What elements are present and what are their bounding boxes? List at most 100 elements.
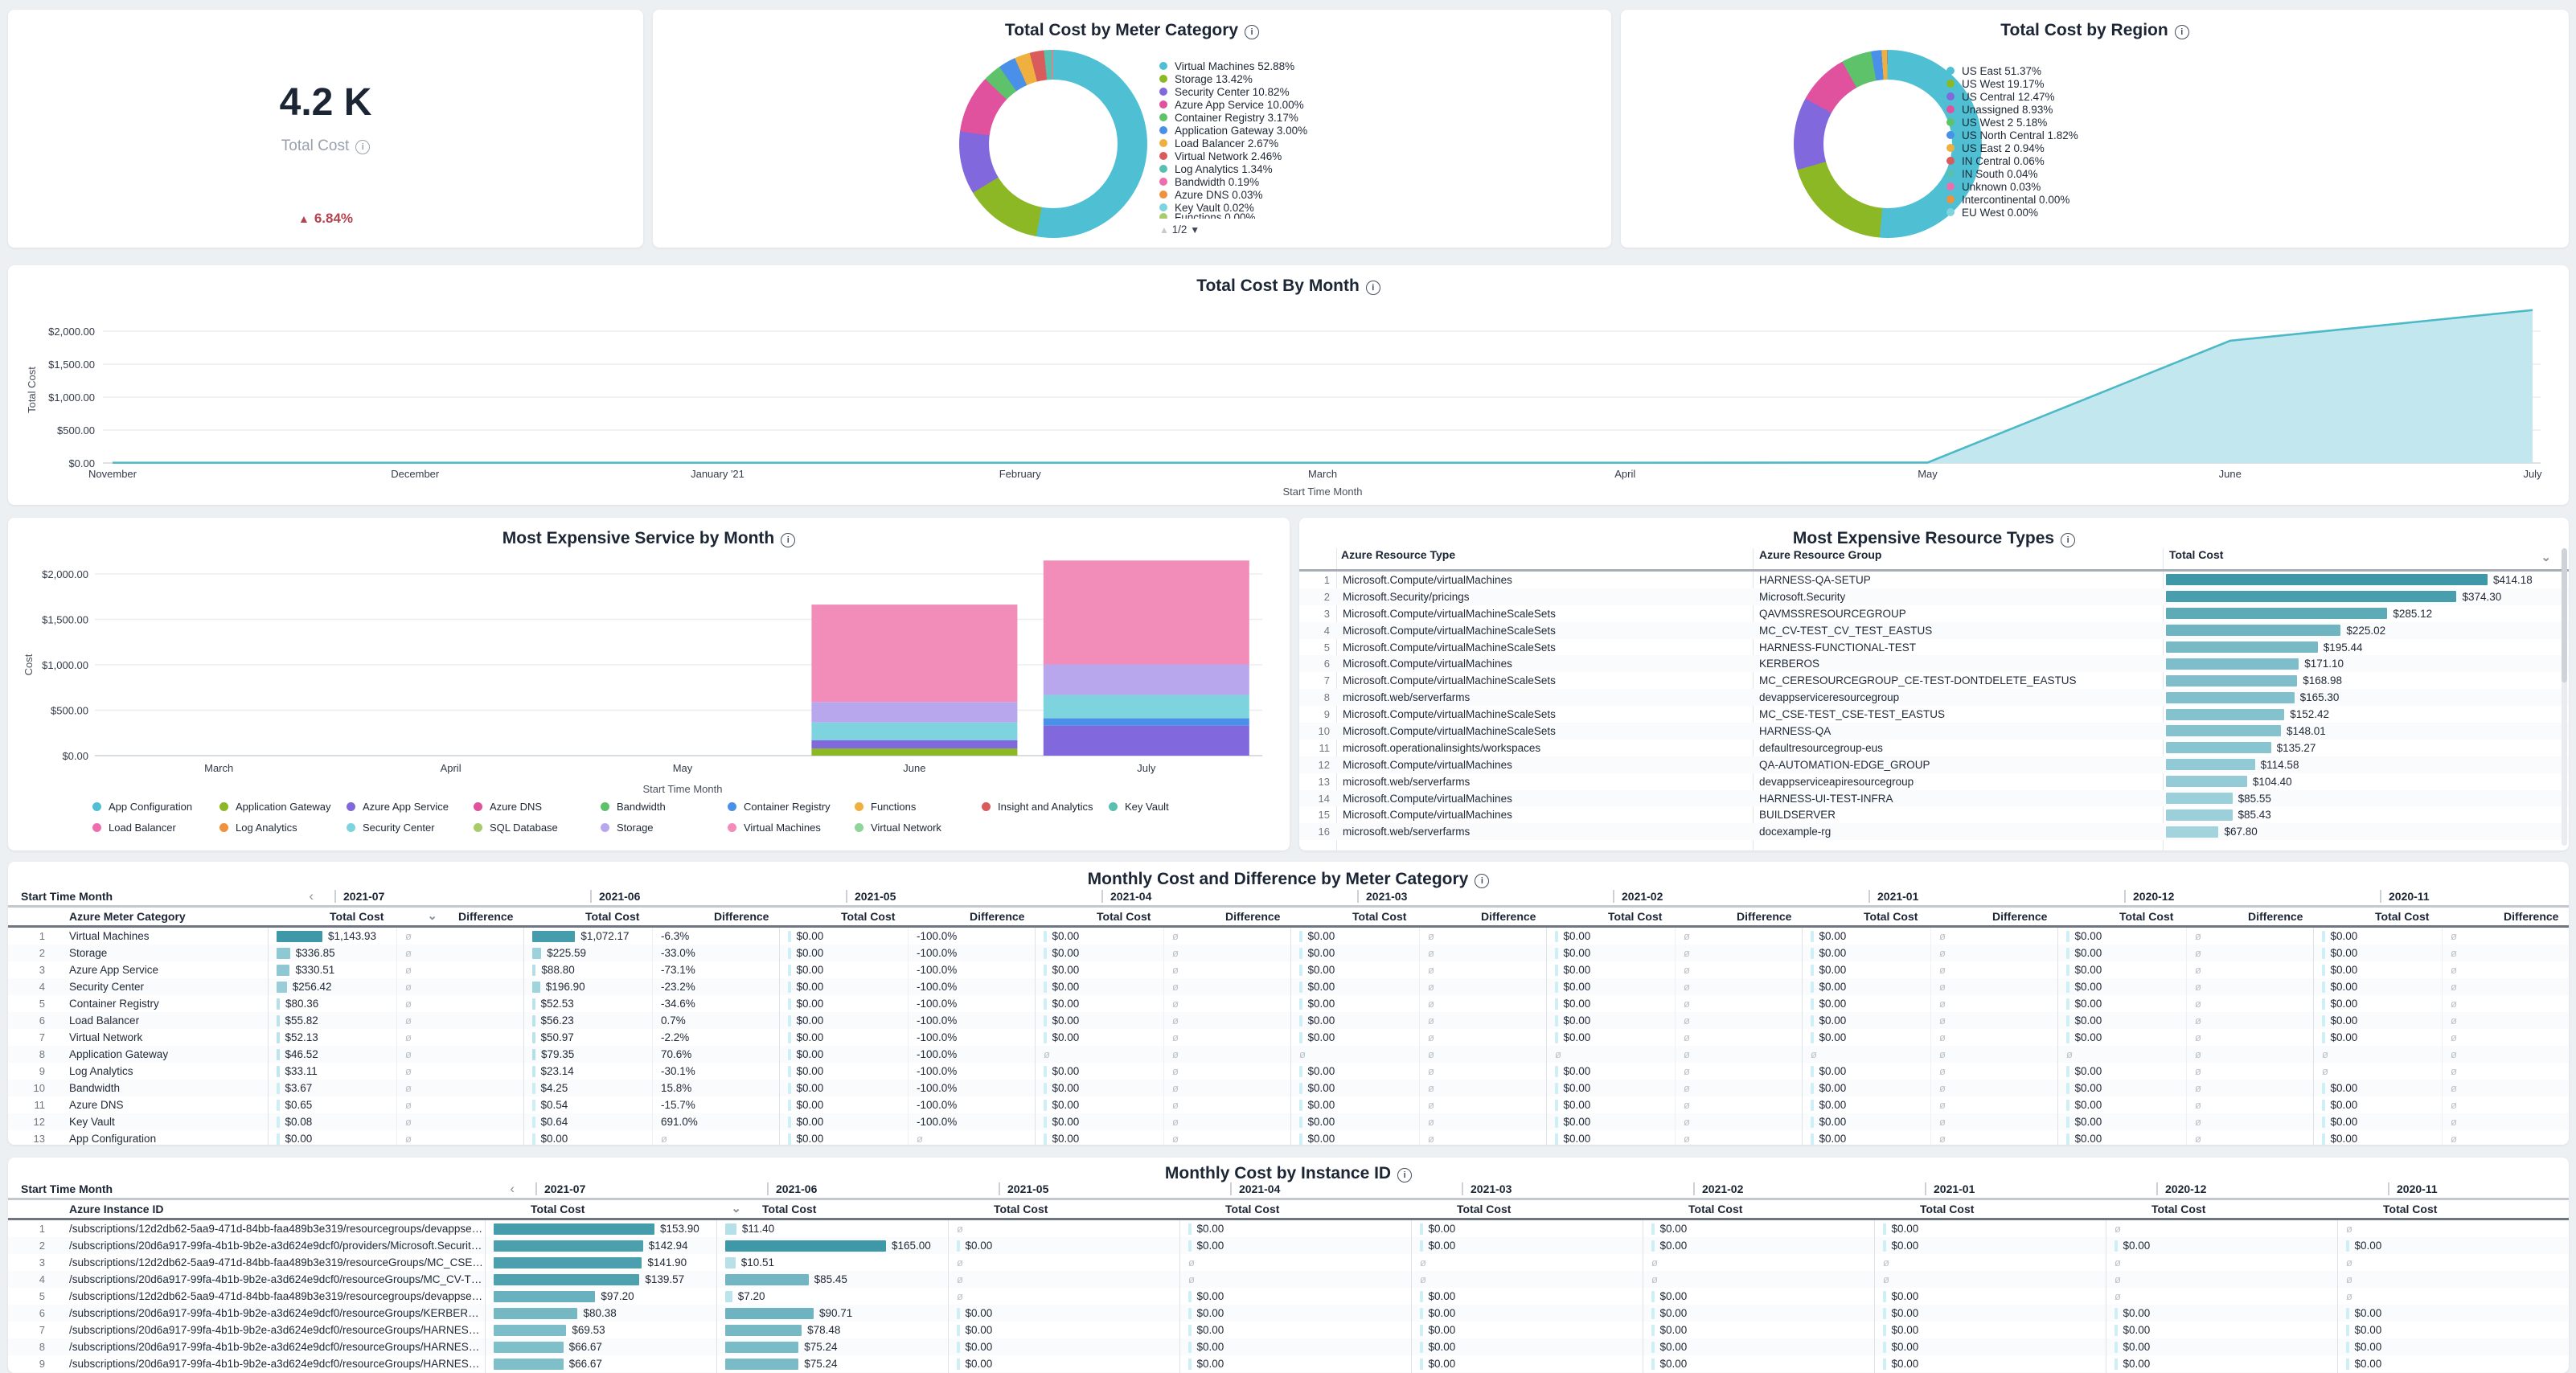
legend-item[interactable]: US East 2 0.94% xyxy=(1946,143,2078,153)
scrollbar-thumb[interactable] xyxy=(2562,548,2567,682)
legend-item[interactable]: Security Center xyxy=(347,822,435,834)
table-row[interactable]: 1Virtual Machines$1,143.93ø$1,072.17-6.3… xyxy=(8,928,2569,945)
table-row[interactable]: 12Key Vault$0.08ø$0.64691.0%$0.00-100.0%… xyxy=(8,1113,2569,1130)
column-header-resource-type[interactable]: Azure Resource Type xyxy=(1341,548,1455,561)
table-row[interactable]: 3/subscriptions/12d2db62-5aa9-471d-84bb-… xyxy=(8,1254,2569,1271)
sub-column-header[interactable]: Total Cost xyxy=(1608,910,1662,923)
table-row[interactable]: 5Container Registry$80.36ø$52.53-34.6%$0… xyxy=(8,995,2569,1012)
legend-item[interactable]: Virtual Machines 52.88% xyxy=(1159,61,1307,71)
legend-item[interactable]: US West 2 5.18% xyxy=(1946,117,2078,127)
column-header-total-cost[interactable]: Total Cost xyxy=(2169,548,2223,561)
legend-item[interactable]: App Configuration xyxy=(92,801,192,813)
sort-chevron-icon[interactable]: ⌄ xyxy=(731,1201,741,1215)
sort-chevron-icon[interactable]: ⌄ xyxy=(427,908,437,923)
legend-item[interactable]: IN South 0.04% xyxy=(1946,169,2078,178)
legend-item[interactable]: US Central 12.47% xyxy=(1946,92,2078,101)
legend-item[interactable]: Storage 13.42% xyxy=(1159,74,1307,84)
table-row[interactable]: 9Microsoft.Compute/virtualMachineScaleSe… xyxy=(1299,706,2569,723)
sub-column-header[interactable]: Total Cost xyxy=(2151,1203,2205,1215)
legend-item[interactable]: Azure DNS 0.03% xyxy=(1159,190,1307,199)
table-row[interactable]: 12Microsoft.Compute/virtualMachinesQA-AU… xyxy=(1299,756,2569,773)
legend-item[interactable]: Application Gateway xyxy=(219,801,331,813)
info-icon[interactable]: i xyxy=(1475,874,1489,888)
sub-column-header[interactable]: Difference xyxy=(2248,910,2303,923)
legend-item[interactable]: Virtual Network xyxy=(855,822,941,834)
table-row[interactable]: 1/subscriptions/12d2db62-5aa9-471d-84bb-… xyxy=(8,1220,2569,1237)
table-row[interactable]: 11Azure DNS$0.65ø$0.54-15.7%$0.00-100.0%… xyxy=(8,1096,2569,1113)
table-row[interactable]: 8microsoft.web/serverfarmsdevappservicer… xyxy=(1299,689,2569,706)
legend-item[interactable]: Log Analytics 1.34% xyxy=(1159,164,1307,174)
table-row[interactable]: 6/subscriptions/20d6a917-99fa-4b1b-9b2e-… xyxy=(8,1305,2569,1322)
sub-column-header[interactable]: Total Cost xyxy=(585,910,639,923)
info-icon[interactable]: i xyxy=(1397,1168,1412,1182)
info-icon[interactable]: i xyxy=(781,533,795,547)
legend-item[interactable]: Log Analytics xyxy=(219,822,297,834)
sub-column-header[interactable]: Total Cost xyxy=(994,1203,1048,1215)
table-row[interactable]: 2Storage$336.85ø$225.59-33.0%$0.00-100.0… xyxy=(8,945,2569,961)
previous-months-chevron-icon[interactable]: ‹ xyxy=(309,888,314,904)
table-row[interactable]: 8/subscriptions/20d6a917-99fa-4b1b-9b2e-… xyxy=(8,1338,2569,1355)
sub-column-header[interactable]: Total Cost xyxy=(841,910,895,923)
legend-item[interactable]: Azure App Service 10.00% xyxy=(1159,100,1307,109)
legend-item[interactable]: Key Vault xyxy=(1109,801,1169,813)
table-row[interactable]: 8Application Gateway$46.52ø$79.3570.6%$0… xyxy=(8,1046,2569,1063)
legend-item[interactable]: Application Gateway 3.00% xyxy=(1159,125,1307,135)
legend-item[interactable]: Azure DNS xyxy=(474,801,542,813)
info-icon[interactable]: i xyxy=(355,140,370,154)
table-row[interactable]: 9Log Analytics$33.11ø$23.14-30.1%$0.00-1… xyxy=(8,1063,2569,1080)
total-cost-by-month-area-chart[interactable]: $0.00$500.00$1,000.00$1,500.00$2,000.00N… xyxy=(8,265,2569,505)
sub-column-header[interactable]: Total Cost xyxy=(762,1203,816,1215)
legend-item[interactable]: Security Center 10.82% xyxy=(1159,87,1307,96)
legend-item[interactable]: Intercontinental 0.00% xyxy=(1946,195,2078,204)
legend-item[interactable]: US East 51.37% xyxy=(1946,66,2078,76)
sub-column-header[interactable]: Total Cost xyxy=(1920,1203,1974,1215)
legend-item[interactable]: Container Registry xyxy=(728,801,831,813)
table-row[interactable]: 6Load Balancer$55.82ø$56.230.7%$0.00-100… xyxy=(8,1012,2569,1029)
legend-item[interactable]: US West 19.17% xyxy=(1946,79,2078,88)
category-column-header[interactable]: Azure Instance ID xyxy=(69,1203,163,1215)
table-row[interactable]: 10Bandwidth$3.67ø$4.2515.8%$0.00-100.0%$… xyxy=(8,1080,2569,1096)
previous-months-chevron-icon[interactable]: ‹ xyxy=(510,1181,515,1197)
table-row[interactable]: 10Microsoft.Compute/virtualMachineScaleS… xyxy=(1299,723,2569,740)
legend-page-down-icon[interactable]: ▼ xyxy=(1190,224,1200,236)
legend-item[interactable]: SQL Database xyxy=(474,822,558,834)
legend-item[interactable]: Bandwidth xyxy=(601,801,666,813)
table-row[interactable]: 15Microsoft.Compute/virtualMachinesBUILD… xyxy=(1299,806,2569,823)
legend-item[interactable]: Storage xyxy=(601,822,654,834)
info-icon[interactable]: i xyxy=(2175,25,2189,39)
info-icon[interactable]: i xyxy=(2061,533,2075,547)
table-row[interactable]: 7/subscriptions/20d6a917-99fa-4b1b-9b2e-… xyxy=(8,1322,2569,1338)
legend-item[interactable]: Load Balancer 2.67% xyxy=(1159,138,1307,148)
table-row[interactable]: 7Microsoft.Compute/virtualMachineScaleSe… xyxy=(1299,672,2569,689)
sub-column-header[interactable]: Difference xyxy=(2504,910,2558,923)
sub-column-header[interactable]: Total Cost xyxy=(2119,910,2173,923)
sub-column-header[interactable]: Total Cost xyxy=(531,1203,585,1215)
table-row[interactable]: 11microsoft.operationalinsights/workspac… xyxy=(1299,740,2569,756)
sub-column-header[interactable]: Total Cost xyxy=(1457,1203,1511,1215)
table-row[interactable]: 7Virtual Network$52.13ø$50.97-2.2%$0.00-… xyxy=(8,1029,2569,1046)
legend-item[interactable]: US North Central 1.82% xyxy=(1946,130,2078,140)
legend-item[interactable]: Key Vault 0.02% xyxy=(1159,203,1307,212)
table-row[interactable]: 4Security Center$256.42ø$196.90-23.2%$0.… xyxy=(8,978,2569,995)
sub-column-header[interactable]: Difference xyxy=(970,910,1024,923)
table-row[interactable]: 5/subscriptions/12d2db62-5aa9-471d-84bb-… xyxy=(8,1288,2569,1305)
legend-item[interactable]: Unknown 0.03% xyxy=(1946,182,2078,191)
category-column-header[interactable]: Azure Meter Category xyxy=(69,910,186,923)
sub-column-header[interactable]: Difference xyxy=(1992,910,2047,923)
table-row[interactable]: 6Microsoft.Compute/virtualMachinesKERBER… xyxy=(1299,655,2569,672)
vertical-scrollbar[interactable] xyxy=(2562,548,2567,846)
sub-column-header[interactable]: Total Cost xyxy=(1688,1203,1742,1215)
legend-item[interactable]: Load Balancer xyxy=(92,822,176,834)
legend-page-up-icon[interactable]: ▲ xyxy=(1159,224,1169,236)
table-row[interactable]: 9/subscriptions/20d6a917-99fa-4b1b-9b2e-… xyxy=(8,1355,2569,1372)
meter-category-donut-chart[interactable] xyxy=(959,50,1147,238)
info-icon[interactable]: i xyxy=(1366,281,1380,295)
sub-column-header[interactable]: Total Cost xyxy=(2383,1203,2437,1215)
column-header-resource-group[interactable]: Azure Resource Group xyxy=(1759,548,1881,561)
sub-column-header[interactable]: Total Cost xyxy=(1225,1203,1279,1215)
sub-column-header[interactable]: Total Cost xyxy=(1864,910,1918,923)
sub-column-header[interactable]: Difference xyxy=(1225,910,1280,923)
table-row[interactable]: 4/subscriptions/20d6a917-99fa-4b1b-9b2e-… xyxy=(8,1271,2569,1288)
legend-item[interactable]: Azure App Service xyxy=(347,801,449,813)
legend-item[interactable]: Functions xyxy=(855,801,916,813)
